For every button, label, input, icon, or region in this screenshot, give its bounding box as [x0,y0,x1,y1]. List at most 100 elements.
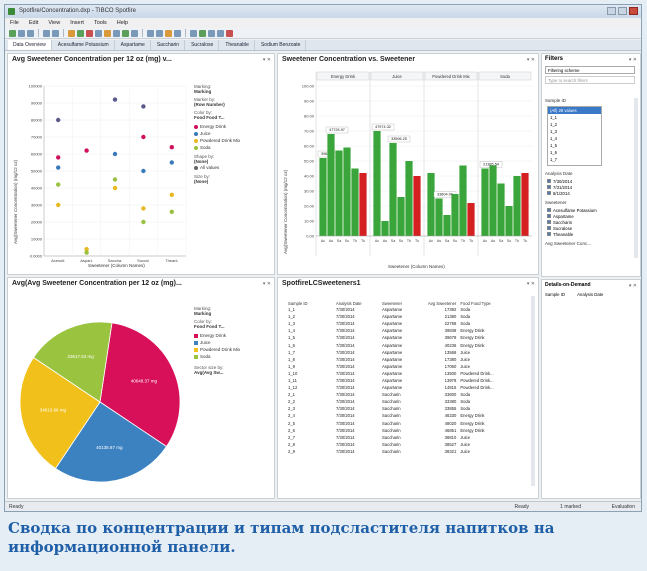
table-row[interactable]: 1_3 7/30/2014 Aspartame 22758 Soda [286,320,508,327]
layout-icon[interactable] [208,29,215,37]
pie-color-ctrl[interactable]: Color by: Food Food T... [194,319,274,329]
table-row[interactable]: 1_7 7/30/2014 Aspartame 13568 Juice [286,349,508,356]
filter-checkbox[interactable]: Acesulfame Potassium [547,207,597,213]
table-icon[interactable] [68,29,75,37]
menu-help[interactable]: Help [117,18,128,28]
new-icon[interactable] [9,29,16,37]
bookmark-icon[interactable] [165,29,172,37]
sample-id-list[interactable]: (All) 28 values 1_1 1_2 1_3 1_4 1_5 1_6 1_7 [547,106,602,166]
scatter-marking-ctrl[interactable]: Marking: Marking [194,84,274,94]
col-sweetener[interactable]: Sweetener [380,292,426,306]
checkbox-icon[interactable] [547,191,551,195]
collab-icon[interactable] [174,29,181,37]
filtering-scheme-dropdown[interactable]: Filtering scheme [545,66,635,74]
scatter-xlabel-suffix[interactable]: (Column Names) [111,263,145,268]
undo-icon[interactable] [43,29,50,37]
tab-aspartame[interactable]: Aspartame [116,40,151,50]
panel-menu-icon[interactable]: ▾ ✕ [527,281,535,287]
legend-item[interactable]: Soda [194,144,274,151]
filter-icon[interactable] [147,29,154,37]
checkbox-icon[interactable] [547,179,551,183]
filters-menu-icon[interactable]: ▾ ✕ [629,57,637,63]
checkbox-icon[interactable] [547,208,551,212]
legend-item[interactable]: Juice [194,130,274,137]
col-food-type[interactable]: Food Food Type [458,292,508,306]
line-chart-icon[interactable] [86,29,93,37]
tab-sucralose[interactable]: Sucralose [186,40,220,50]
details-col-date[interactable]: Analysis Date [577,292,603,297]
checkbox-icon[interactable] [547,226,551,230]
legend-item[interactable]: Energy Drink [194,332,274,339]
table-row[interactable]: 2_5 7/30/2014 Saccharin 48020 Energy Drink [286,420,508,427]
legend-item[interactable]: Energy Drink [194,123,274,130]
table-row[interactable]: 2_1 7/30/2014 Saccharin 33600 Soda [286,391,508,398]
table-row[interactable]: 2_3 7/30/2014 Saccharin 33855 Soda [286,405,508,412]
sample-list-item[interactable]: 1_1 [548,114,601,121]
tab-theanable[interactable]: Theanable [220,40,255,50]
table-row[interactable]: 1_10 7/30/2014 Aspartame 13500 Powdered Drin… [286,370,508,377]
filters-scrollbar[interactable] [634,98,638,258]
menu-view[interactable]: View [48,18,60,28]
open-icon[interactable] [18,29,25,37]
checkbox-icon[interactable] [547,220,551,224]
legend-item[interactable]: Juice [194,339,274,346]
table-row[interactable]: 1_12 7/30/2014 Aspartame 14815 Powdered Drin… [286,384,508,391]
sample-list-item[interactable]: 1_6 [548,149,601,156]
data-table[interactable]: Sample ID Analysis Date Sweetener Avg Sw… [286,292,508,455]
filter-checkbox[interactable]: Theanable [547,231,597,237]
table-row[interactable]: 1_11 7/30/2014 Aspartame 13978 Powdered Drin… [286,377,508,384]
filter-section-sweetener[interactable]: Sweetener [545,200,567,205]
filter-section-avg[interactable]: Avg Sweetener Conc... [545,241,591,246]
map-icon[interactable] [113,29,120,37]
checkbox-icon[interactable] [547,214,551,218]
filter-search-input[interactable]: Type to search filters [545,76,635,84]
pie-sector-ctrl[interactable]: Sector size by: Avg(Avg Sw... [194,365,274,375]
menu-file[interactable]: File [10,18,19,28]
table-row[interactable]: 2_6 7/30/2014 Saccharin 46851 Energy Drink [286,427,508,434]
sample-list-item[interactable]: 1_4 [548,135,601,142]
redo-icon[interactable] [52,29,59,37]
sample-list-item[interactable]: 1_2 [548,121,601,128]
panel-menu-icon[interactable]: ▾ ✕ [263,57,271,63]
bar-chart-icon[interactable] [77,29,84,37]
table-row[interactable]: 1_8 7/30/2014 Aspartame 17380 Juice [286,356,508,363]
details-col-sample[interactable]: Sample ID [545,292,565,297]
table-row[interactable]: 2_2 7/30/2014 Saccharin 33380 Soda [286,398,508,405]
table-row[interactable]: 2_9 7/30/2014 Saccharin 38321 Juice [286,448,508,455]
col-avg-sweetener[interactable]: Avg Sweetener [426,292,458,306]
legend-item[interactable]: Powdered Drink Mix [194,346,274,353]
pie-icon[interactable] [104,29,111,37]
legend-item[interactable]: Soda [194,353,274,360]
bar-chart[interactable]: 0.00 10.00 20.00 30.00 40.00 50.00 60.00 70.00 8… [290,68,536,266]
save-icon[interactable] [27,29,34,37]
sample-list-item[interactable]: 1_5 [548,142,601,149]
tab-sodium-benzoate[interactable]: Sodium Benzoate [256,40,307,50]
panel-menu-icon[interactable]: ▾ ✕ [263,281,271,287]
close-button[interactable] [629,7,638,15]
minimize-button[interactable] [607,7,616,15]
zoom-icon[interactable] [190,29,197,37]
treemap-icon[interactable] [122,29,129,37]
table-row[interactable]: 1_9 7/30/2014 Aspartame 17060 Juice [286,363,508,370]
table-row[interactable]: 1_6 7/30/2014 Aspartame 40236 Energy Drink [286,341,508,348]
col-analysis-date[interactable]: Analysis Date [334,292,380,306]
table-row[interactable]: 1_2 7/30/2014 Aspartame 21380 Soda [286,313,508,320]
details-menu-icon[interactable]: ▾ ✕ [629,283,637,289]
heatmap-icon[interactable] [131,29,138,37]
table-row[interactable]: 2_7 7/30/2014 Saccharin 38810 Juice [286,434,508,441]
details-icon[interactable] [156,29,163,37]
refresh-icon[interactable] [199,29,206,37]
status-marked[interactable]: 1 marked [560,502,581,511]
scatter-chart[interactable]: 0.0000 10000 20000 30000 40000 50000 60000 7000… [20,68,192,268]
tab-data-overview[interactable]: Data Overview [8,40,52,50]
pie-chart[interactable]: 40648.37 mg 40138.87 mg 34810.96 mg 23617.5… [18,292,193,497]
bar-xlabel-suffix[interactable]: (Column Names) [411,264,445,269]
sample-list-item[interactable]: 1_7 [548,156,601,163]
menu-edit[interactable]: Edit [29,18,38,28]
tab-acesulfame[interactable]: Acesulfame Potassium [53,40,115,50]
scatter-icon[interactable] [95,29,102,37]
scatter-color-ctrl[interactable]: Color by: Food Food T... [194,110,274,120]
filter-section-date[interactable]: Analysis Date [545,171,573,176]
filter-checkbox[interactable]: 8/1/2014 [547,190,572,196]
print-icon[interactable] [217,29,224,37]
